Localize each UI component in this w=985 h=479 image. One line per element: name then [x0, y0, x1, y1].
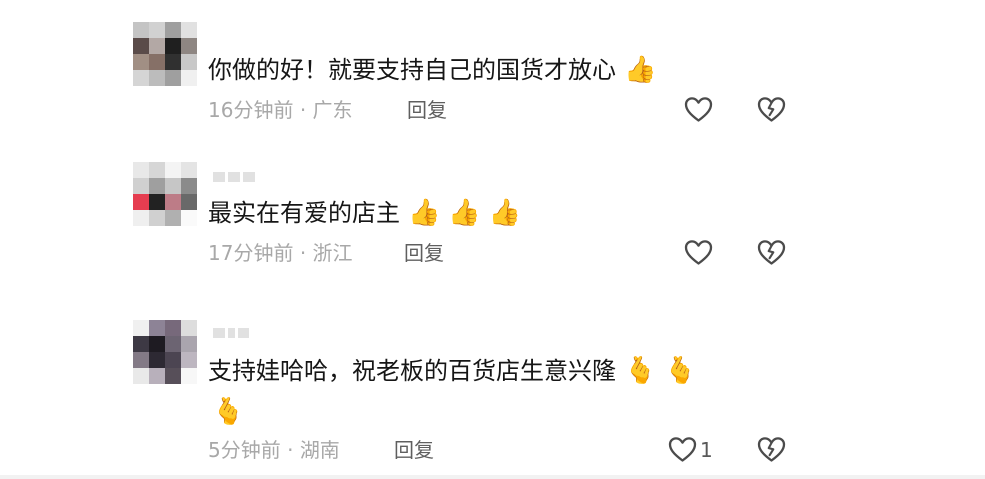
comment-item: 支持娃哈哈，祝老板的百货店生意兴隆 🫰 🫰 🫰 5分钟前 · 湖南 回复 1 [0, 320, 985, 470]
finger-heart-icon: 🫰 [212, 397, 245, 427]
comment-item: 你做的好！就要支持自己的国货才放心 👍 16分钟前 · 广东 回复 [0, 18, 985, 138]
avatar[interactable] [133, 22, 197, 86]
broken-heart-icon[interactable] [757, 239, 786, 266]
thumbs-up-icon: 👍 [448, 198, 481, 228]
comment-text: 最实在有爱的店主 👍 👍 👍 [208, 195, 521, 231]
bottom-divider [0, 475, 985, 479]
comment-time: 5分钟前 [208, 438, 281, 462]
like-count: 1 [700, 438, 713, 462]
meta-separator: · [287, 438, 300, 462]
heart-outline-icon[interactable] [668, 436, 697, 463]
heart-outline-icon[interactable] [684, 239, 713, 266]
comment-message: 支持娃哈哈，祝老板的百货店生意兴隆 [208, 357, 616, 385]
comment-text-continuation: 🫰 [212, 396, 244, 428]
comment-message: 你做的好！就要支持自己的国货才放心 [208, 56, 616, 84]
comment-meta: 16分钟前 · 广东 [208, 97, 353, 123]
finger-heart-icon: 🫰 [664, 356, 697, 386]
thumbs-up-icon: 👍 [624, 55, 657, 85]
comment-text: 你做的好！就要支持自己的国货才放心 👍 [208, 52, 656, 88]
reply-button[interactable]: 回复 [407, 97, 447, 123]
comment-item: 最实在有爱的店主 👍 👍 👍 17分钟前 · 浙江 回复 [0, 158, 985, 278]
thumbs-up-icon: 👍 [408, 198, 441, 228]
meta-separator: · [299, 98, 313, 122]
comment-location: 湖南 [299, 438, 340, 462]
broken-heart-icon[interactable] [757, 96, 786, 123]
comment-list: 你做的好！就要支持自己的国货才放心 👍 16分钟前 · 广东 回复 最实在有爱的店… [0, 0, 985, 479]
broken-heart-icon[interactable] [757, 436, 786, 463]
comment-time: 16分钟前 [208, 98, 294, 122]
avatar[interactable] [133, 162, 197, 226]
avatar[interactable] [133, 320, 197, 384]
username-redacted [213, 328, 249, 338]
username-redacted [213, 172, 255, 182]
thumbs-up-icon: 👍 [488, 198, 522, 228]
finger-heart-icon: 🫰 [624, 356, 657, 386]
comment-text: 支持娃哈哈，祝老板的百货店生意兴隆 🫰 🫰 [208, 353, 697, 389]
comment-message: 最实在有爱的店主 [208, 199, 400, 227]
heart-outline-icon[interactable] [684, 96, 713, 123]
reply-button[interactable]: 回复 [394, 437, 434, 463]
comment-meta: 5分钟前 · 湖南 [208, 437, 340, 463]
comment-time: 17分钟前 [208, 241, 294, 265]
comment-location: 广东 [312, 98, 353, 122]
reply-button[interactable]: 回复 [404, 240, 444, 266]
comment-meta: 17分钟前 · 浙江 [208, 240, 353, 266]
comment-location: 浙江 [312, 241, 353, 265]
meta-separator: · [299, 241, 313, 265]
